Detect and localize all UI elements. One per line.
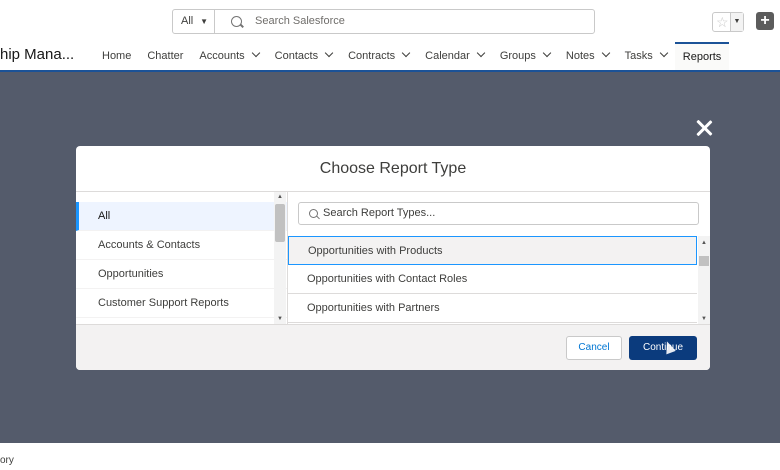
nav-item-calendar[interactable]: Calendar bbox=[417, 42, 492, 70]
nav-item-label: Calendar bbox=[425, 50, 470, 62]
report-type-list: Opportunities with Products Opportunities… bbox=[288, 236, 697, 323]
report-type-item[interactable]: Opportunities with Partners bbox=[288, 294, 697, 323]
search-icon bbox=[231, 16, 242, 27]
nav-item-label: Contacts bbox=[274, 50, 319, 62]
utility-bar bbox=[0, 443, 780, 470]
nav-item-label: Accounts bbox=[199, 50, 245, 62]
nav-item-notes[interactable]: Notes bbox=[558, 42, 617, 70]
category-item[interactable]: All bbox=[76, 202, 287, 231]
utility-bar-item[interactable]: ory bbox=[0, 455, 14, 466]
nav-item-accounts[interactable]: Accounts bbox=[191, 42, 266, 70]
category-item[interactable]: Opportunities bbox=[76, 260, 287, 289]
chevron-down-icon[interactable] bbox=[601, 48, 610, 58]
nav-item-label: Tasks bbox=[624, 50, 653, 62]
caret-down-icon: ▼ bbox=[200, 17, 208, 26]
chevron-down-icon[interactable] bbox=[659, 48, 669, 58]
report-type-scrollbar[interactable]: ▲ ▼ bbox=[698, 236, 710, 324]
modal-title: Choose Report Type bbox=[76, 146, 710, 192]
nav-item-label: Chatter bbox=[147, 50, 184, 62]
report-type-search-placeholder: Search Report Types... bbox=[323, 207, 436, 219]
chevron-down-icon[interactable] bbox=[542, 48, 552, 58]
close-icon[interactable] bbox=[695, 119, 713, 137]
global-actions-plus-icon[interactable]: + bbox=[756, 12, 774, 30]
star-icon: ☆ bbox=[716, 14, 729, 30]
nav-item-tasks[interactable]: Tasks bbox=[617, 42, 675, 70]
nav-item-groups[interactable]: Groups bbox=[492, 42, 558, 70]
favorites-button[interactable]: ☆ ▼ bbox=[712, 12, 744, 32]
nav-item-home[interactable]: Home bbox=[94, 42, 139, 70]
global-search-input[interactable]: Search Salesforce bbox=[255, 10, 345, 33]
nav-item-contacts[interactable]: Contacts bbox=[267, 42, 340, 70]
category-list: All Accounts & Contacts Opportunities Custo… bbox=[76, 192, 288, 324]
nav-item-label: Groups bbox=[499, 50, 536, 62]
chevron-down-icon[interactable] bbox=[476, 48, 486, 58]
report-type-panel: Search Report Types... Opportunities wit… bbox=[288, 192, 710, 324]
search-icon bbox=[309, 209, 318, 218]
chevron-down-icon[interactable] bbox=[251, 48, 260, 58]
cancel-button[interactable]: Cancel bbox=[566, 336, 622, 360]
category-item[interactable]: Accounts & Contacts bbox=[76, 231, 287, 260]
report-type-search-input[interactable]: Search Report Types... bbox=[298, 202, 699, 225]
category-scrollbar[interactable]: ▲ ▼ bbox=[274, 192, 286, 324]
search-scope-label: All bbox=[181, 15, 194, 27]
modal-footer: Cancel Continue bbox=[76, 324, 710, 370]
nav-item-chatter[interactable]: Chatter bbox=[139, 42, 191, 70]
chevron-down-icon[interactable] bbox=[401, 48, 411, 58]
chevron-down-icon[interactable] bbox=[324, 48, 334, 58]
nav-item-reports[interactable]: Reports bbox=[674, 42, 730, 70]
scroll-thumb[interactable] bbox=[699, 256, 709, 266]
scroll-down-icon[interactable]: ▼ bbox=[701, 316, 707, 322]
category-item[interactable]: Customer Support Reports bbox=[76, 289, 287, 318]
favorites-dropdown-icon[interactable]: ▼ bbox=[730, 13, 743, 31]
search-scope-dropdown[interactable]: All ▼ bbox=[173, 10, 215, 33]
nav-item-label: Home bbox=[102, 50, 132, 62]
choose-report-type-modal: Choose Report Type All Accounts & Contact… bbox=[76, 146, 710, 370]
scroll-up-icon[interactable]: ▲ bbox=[277, 194, 283, 200]
global-header: All ▼ Search Salesforce ☆ ▼ + hip Mana..… bbox=[0, 0, 780, 72]
scroll-thumb[interactable] bbox=[275, 204, 285, 242]
scroll-down-icon[interactable]: ▼ bbox=[277, 316, 283, 322]
nav-item-label: Contracts bbox=[348, 50, 396, 62]
nav-item-contracts[interactable]: Contracts bbox=[340, 42, 417, 70]
navigation-bar: Home Chatter Accounts Contacts Contracts Cale… bbox=[94, 42, 730, 70]
nav-item-label: Reports bbox=[682, 51, 722, 63]
global-search-bar: All ▼ Search Salesforce bbox=[172, 9, 595, 34]
continue-button[interactable]: Continue bbox=[629, 336, 697, 360]
report-type-item[interactable]: Opportunities with Contact Roles bbox=[288, 265, 697, 294]
report-type-item[interactable]: Opportunities with Products bbox=[288, 236, 697, 265]
app-name: hip Mana... bbox=[0, 46, 75, 63]
nav-item-label: Notes bbox=[565, 50, 595, 62]
scroll-up-icon[interactable]: ▲ bbox=[701, 240, 707, 246]
